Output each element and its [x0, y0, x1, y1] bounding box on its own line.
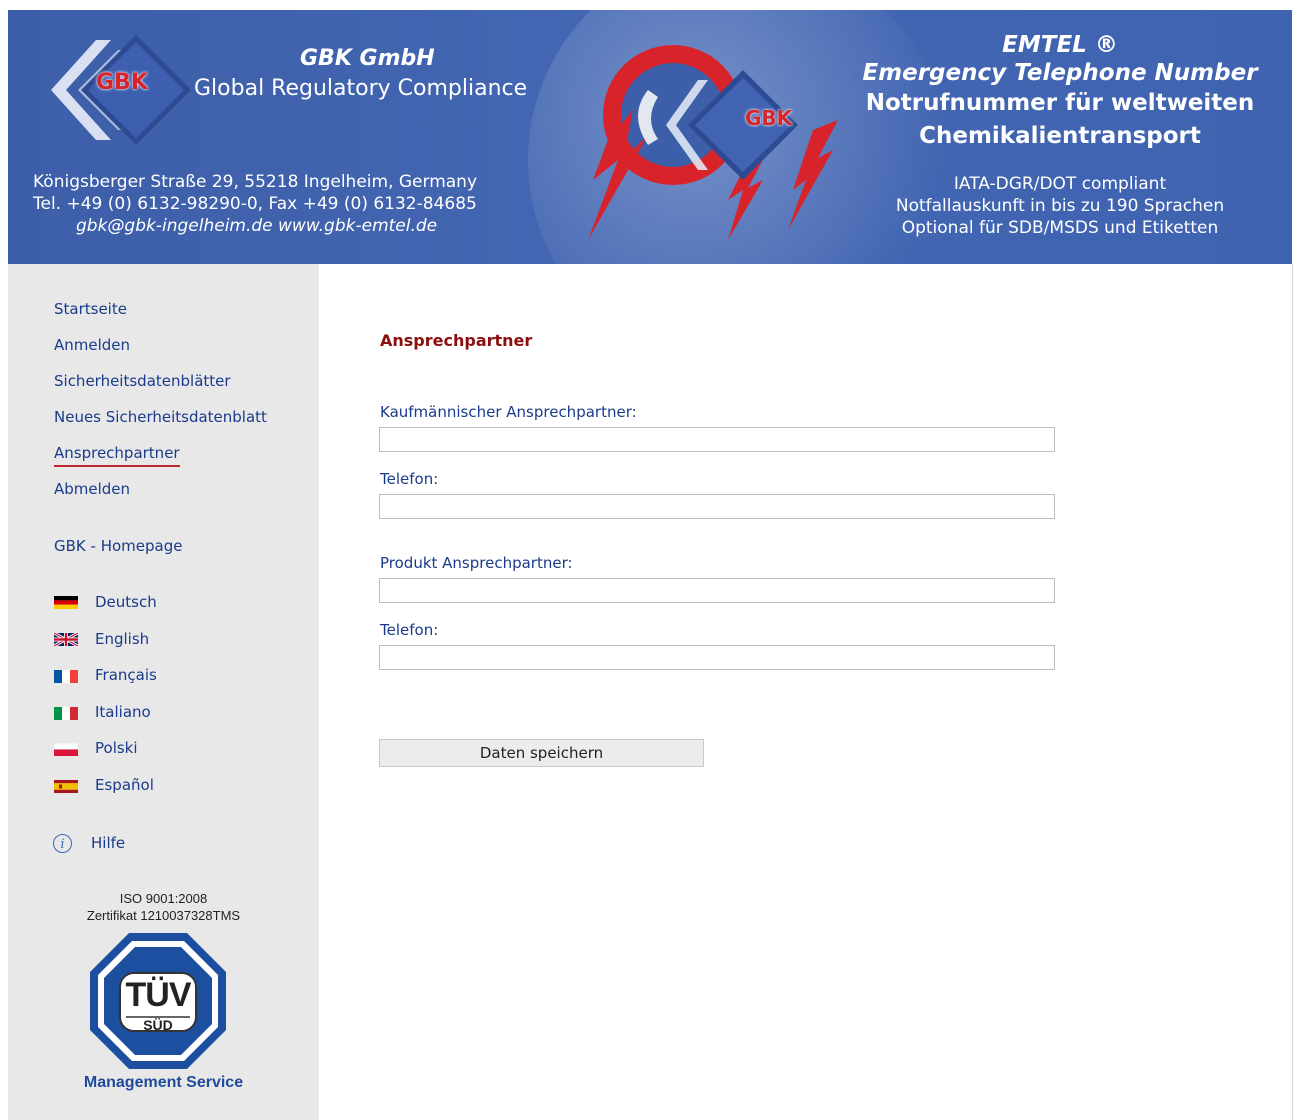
nav-hilfe[interactable]: Hilfe [91, 834, 125, 852]
flag-it-icon[interactable] [54, 707, 78, 720]
tuev-text: TÜV [125, 976, 192, 1014]
info-icon[interactable]: i [53, 834, 72, 853]
produkt-ansprechpartner-input[interactable] [379, 578, 1055, 603]
nav-gbk-homepage[interactable]: GBK - Homepage [54, 537, 182, 555]
nav-neues-sicherheitsdatenblatt[interactable]: Neues Sicherheitsdatenblatt [54, 408, 267, 426]
notruf-line2: Chemikalientransport [919, 123, 1201, 149]
lang-deutsch[interactable]: Deutsch [95, 593, 157, 611]
lang-francais[interactable]: Français [95, 666, 157, 684]
emtel-title: EMTEL ® [1002, 32, 1118, 58]
phone-line: Tel. +49 (0) 6132-98290-0, Fax +49 (0) 6… [33, 194, 477, 214]
flag-de-icon[interactable] [54, 596, 78, 609]
field-label-produkt-ansprechpartner: Produkt Ansprechpartner: [380, 554, 573, 572]
kaufmaennischer-ansprechpartner-input[interactable] [379, 427, 1055, 452]
tuev-sued-logo: TÜV SÜD [88, 931, 228, 1071]
flag-es-icon[interactable] [54, 780, 78, 793]
nav-sicherheitsdatenblaetter[interactable]: Sicherheitsdatenblätter [54, 372, 231, 390]
iso-certificate-text: ISO 9001:2008 Zertifikat 1210037328TMS [8, 890, 319, 924]
flag-pl-icon[interactable] [54, 743, 78, 756]
field-label-telefon-1: Telefon: [380, 470, 439, 488]
tuev-sub-text: SÜD [143, 1017, 173, 1033]
company-name: GBK GmbH [300, 46, 435, 71]
info-line3: Optional für SDB/MSDS und Etiketten [901, 218, 1219, 238]
lang-polski[interactable]: Polski [95, 739, 138, 757]
flag-uk-icon[interactable] [54, 633, 78, 646]
info-line2: Notfallauskunft in bis zu 190 Sprachen [895, 196, 1225, 216]
header-banner: GBK GBK GmbH Global Regulatory Complianc… [8, 10, 1292, 264]
address-line: Königsberger Straße 29, 55218 Ingelheim,… [33, 172, 478, 192]
tuev-caption: Management Service [83, 1074, 244, 1091]
iso-certificate-number: Zertifikat 1210037328TMS [86, 908, 241, 923]
page-title: Ansprechpartner [380, 331, 533, 350]
main-content: Ansprechpartner Kaufmännischer Ansprechp… [319, 264, 1293, 1120]
gbk-logo-text: GBK [96, 70, 148, 95]
field-label-telefon-2: Telefon: [380, 621, 439, 639]
nav-startseite[interactable]: Startseite [54, 300, 127, 318]
iso-standard: ISO 9001:2008 [119, 891, 208, 906]
field-label-kaufmaennischer-ansprechpartner: Kaufmännischer Ansprechpartner: [380, 403, 637, 421]
notruf-line1: Notrufnummer für weltweiten [865, 90, 1255, 116]
gbk-center-logo-text: GBK [745, 106, 793, 130]
lang-english[interactable]: English [95, 630, 149, 648]
nav-anmelden[interactable]: Anmelden [54, 336, 130, 354]
company-subtitle: Global Regulatory Compliance [194, 76, 528, 101]
lang-espanol[interactable]: Español [95, 776, 154, 794]
save-button[interactable]: Daten speichern [379, 739, 704, 767]
flag-fr-icon[interactable] [54, 670, 78, 683]
telefon-1-input[interactable] [379, 494, 1055, 519]
nav-ansprechpartner[interactable]: Ansprechpartner [54, 444, 180, 467]
lang-italiano[interactable]: Italiano [95, 703, 151, 721]
nav-abmelden[interactable]: Abmelden [54, 480, 130, 498]
telefon-2-input[interactable] [379, 645, 1055, 670]
info-line1: IATA-DGR/DOT compliant [953, 174, 1167, 194]
sidebar: Startseite Anmelden Sicherheitsdatenblät… [8, 264, 319, 1120]
emtel-subtitle: Emergency Telephone Number [862, 60, 1258, 86]
web-line: gbk@gbk-ingelheim.de www.gbk-emtel.de [76, 216, 438, 236]
